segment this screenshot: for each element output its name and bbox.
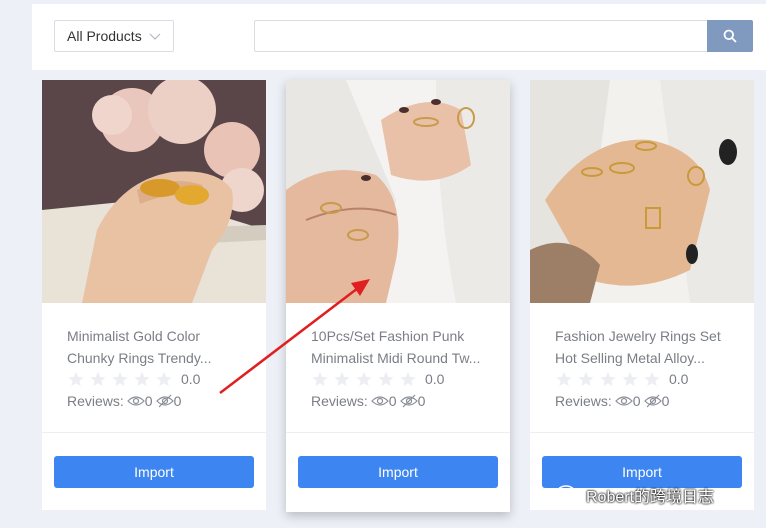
product-title-line: Fashion Jewelry Rings Set — [555, 328, 721, 344]
product-title[interactable]: 10Pcs/Set Fashion Punk Minimalist Midi R… — [311, 325, 491, 369]
top-toolbar: All Products — [32, 4, 766, 70]
views-count: 0 — [388, 393, 397, 409]
reviews-row: Reviews: 0 0 — [67, 392, 181, 410]
reviews-row: Reviews: 0 0 — [555, 392, 669, 410]
eye-off-icon — [399, 394, 418, 408]
search-input[interactable] — [254, 20, 708, 52]
eye-off-icon — [643, 394, 662, 408]
search-button[interactable] — [707, 20, 753, 52]
star-icon — [156, 371, 172, 387]
rating-value: 0.0 — [181, 371, 201, 387]
rating-value: 0.0 — [669, 371, 689, 387]
import-button[interactable]: Import — [298, 456, 498, 488]
star-icon — [578, 371, 594, 387]
chevron-down-icon — [149, 33, 161, 40]
hidden-count: 0 — [417, 393, 426, 409]
hidden-count: 0 — [173, 393, 182, 409]
star-icon — [556, 371, 572, 387]
star-icon — [644, 371, 660, 387]
product-title-line: Minimalist Gold Color — [67, 328, 201, 344]
star-icon — [334, 371, 350, 387]
star-icon — [600, 371, 616, 387]
eye-icon — [126, 394, 145, 408]
star-icon — [68, 371, 84, 387]
views-count: 0 — [632, 393, 641, 409]
rating-value: 0.0 — [425, 371, 445, 387]
eye-icon — [614, 394, 633, 408]
product-title-line: 10Pcs/Set Fashion Punk — [311, 328, 465, 344]
product-image[interactable] — [530, 80, 754, 303]
star-rating: 0.0 — [555, 370, 688, 388]
product-title-line: Chunky Rings Trendy... — [67, 350, 212, 366]
reviews-label: Reviews: — [67, 393, 124, 409]
watermark-text: Robert的跨境日志 — [586, 489, 715, 506]
hidden-count: 0 — [661, 393, 670, 409]
star-rating: 0.0 — [311, 370, 444, 388]
views-count: 0 — [144, 393, 153, 409]
product-card: Fashion Jewelry Rings Set Hot Selling Me… — [530, 80, 754, 510]
search-icon — [723, 29, 737, 43]
product-image[interactable] — [286, 80, 510, 303]
product-title-line: Minimalist Midi Round Tw... — [311, 350, 481, 366]
product-title[interactable]: Minimalist Gold Color Chunky Rings Trend… — [67, 325, 247, 369]
product-title-line: Hot Selling Metal Alloy... — [555, 350, 705, 366]
divider — [286, 432, 510, 433]
product-image[interactable] — [42, 80, 266, 303]
star-icon — [400, 371, 416, 387]
star-icon — [134, 371, 150, 387]
divider — [530, 432, 754, 433]
star-rating: 0.0 — [67, 370, 200, 388]
eye-off-icon — [155, 394, 174, 408]
star-icon — [378, 371, 394, 387]
divider — [42, 432, 266, 433]
category-select-value: All Products — [67, 28, 142, 44]
watermark: Robert的跨境日志 — [556, 483, 714, 507]
star-icon — [112, 371, 128, 387]
product-title[interactable]: Fashion Jewelry Rings Set Hot Selling Me… — [555, 325, 735, 369]
reviews-row: Reviews: 0 0 — [311, 392, 425, 410]
wechat-icon — [556, 485, 582, 505]
category-select[interactable]: All Products — [54, 20, 174, 52]
star-icon — [356, 371, 372, 387]
import-button[interactable]: Import — [54, 456, 254, 488]
product-card: 10Pcs/Set Fashion Punk Minimalist Midi R… — [286, 80, 510, 512]
star-icon — [90, 371, 106, 387]
star-icon — [312, 371, 328, 387]
product-card: Minimalist Gold Color Chunky Rings Trend… — [42, 80, 266, 510]
reviews-label: Reviews: — [555, 393, 612, 409]
star-icon — [622, 371, 638, 387]
reviews-label: Reviews: — [311, 393, 368, 409]
eye-icon — [370, 394, 389, 408]
